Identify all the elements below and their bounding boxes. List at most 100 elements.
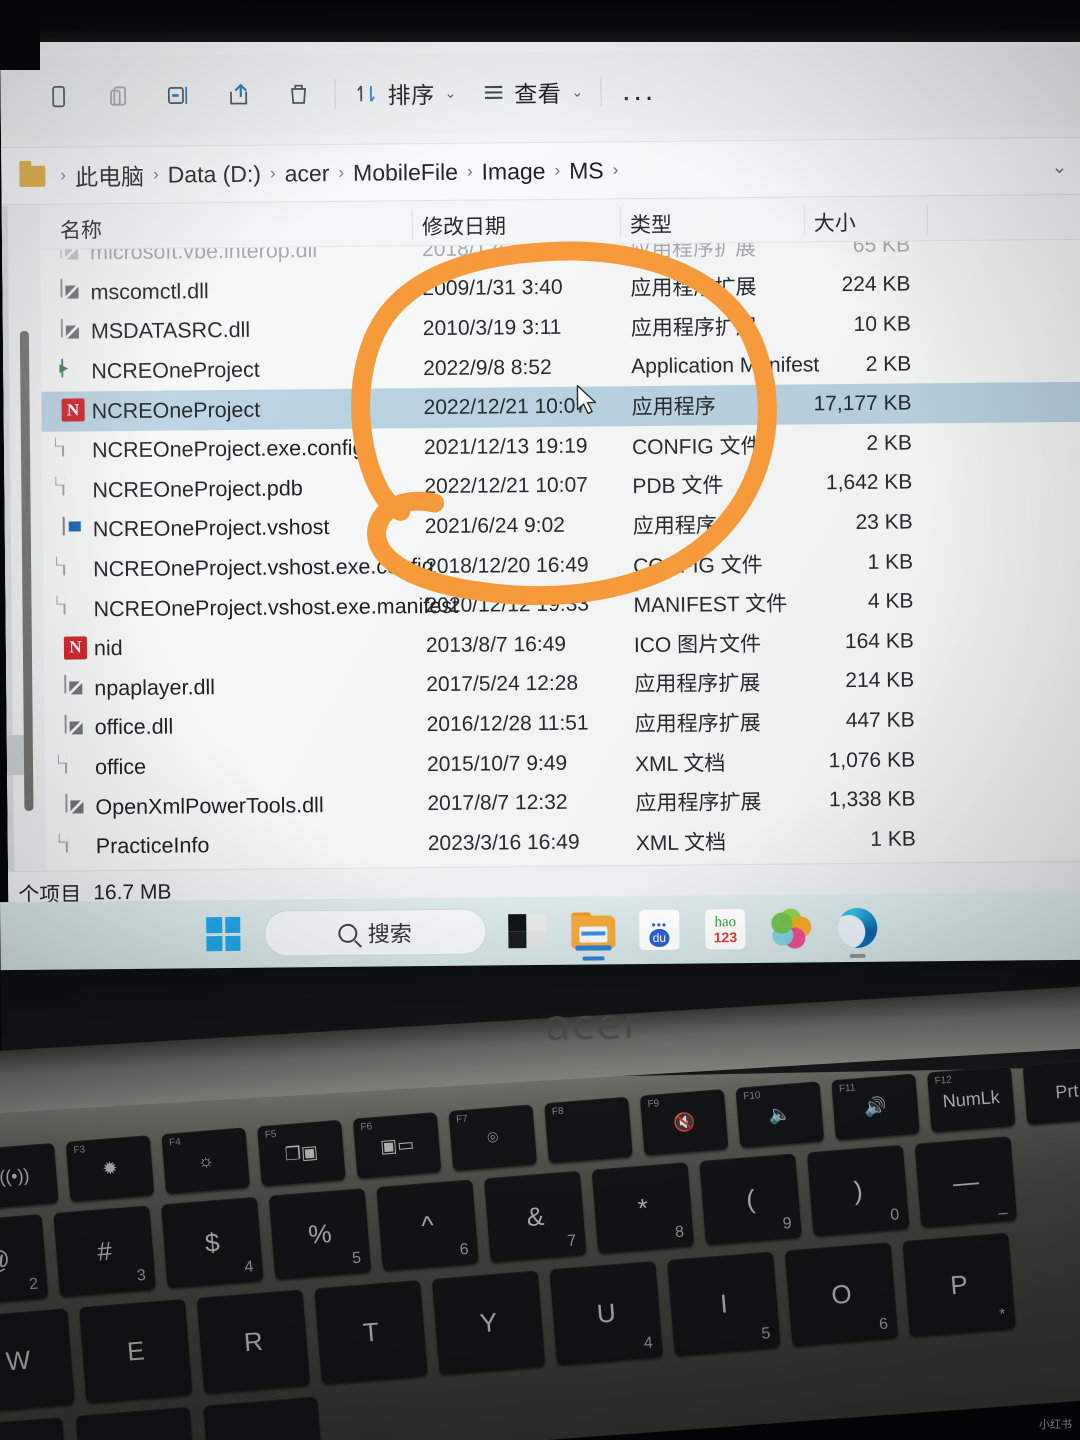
keyboard-key[interactable]: F6 ▣▭ bbox=[352, 1112, 442, 1179]
header-divider[interactable] bbox=[803, 205, 805, 236]
breadcrumb-item-5[interactable]: MS bbox=[569, 157, 604, 184]
file-type: 应用程序扩展 bbox=[634, 672, 761, 697]
keyboard-key[interactable]: F5 ❐▣ bbox=[257, 1119, 346, 1187]
file-date: 2020/12/12 19:33 bbox=[425, 592, 590, 618]
keyboard-key[interactable]: * 8 bbox=[591, 1162, 695, 1254]
chevron-down-icon: ⌄ bbox=[571, 83, 584, 100]
file-explorer-taskbar-button[interactable] bbox=[568, 905, 618, 961]
keyboard-key[interactable]: Prt bbox=[1022, 1058, 1080, 1125]
keyboard-key[interactable]: Y bbox=[431, 1270, 546, 1375]
vshost-icon bbox=[62, 516, 65, 536]
keyboard-key[interactable]: ^ 6 bbox=[376, 1179, 479, 1271]
sort-button[interactable]: 排序 ⌄ bbox=[341, 67, 468, 120]
file-size: 164 KB bbox=[844, 629, 914, 653]
keyboard-key[interactable]: O6 bbox=[784, 1242, 899, 1347]
key-main-label: % bbox=[307, 1217, 333, 1250]
paste-button[interactable] bbox=[148, 69, 208, 122]
breadcrumb-item-0[interactable]: 此电脑 bbox=[75, 158, 144, 193]
keyboard-key[interactable]: F12 NumLk bbox=[926, 1065, 1016, 1133]
delete-button[interactable] bbox=[268, 68, 328, 121]
chevron-down-icon[interactable]: ⌄ bbox=[1051, 156, 1067, 179]
keyboard-key[interactable]: D bbox=[75, 1406, 198, 1440]
file-size: 23 KB bbox=[855, 510, 913, 534]
keyboard-key[interactable]: R bbox=[196, 1289, 311, 1394]
key-sub-label: 0 bbox=[889, 1206, 900, 1224]
header-divider[interactable] bbox=[411, 209, 414, 240]
key-main-label: ▣▭ bbox=[379, 1133, 415, 1157]
key-sub-label: 2 bbox=[28, 1275, 39, 1294]
file-type: 应用程序扩展 bbox=[634, 711, 761, 737]
keyboard-key[interactable]: @2 bbox=[0, 1214, 49, 1306]
task-view-button[interactable] bbox=[502, 906, 552, 956]
file-list[interactable]: microsoft.vbe.interop.dll 2018/12/20 11:5… bbox=[2, 239, 1080, 871]
keyboard-key[interactable]: F9 🔇 bbox=[639, 1088, 729, 1156]
search-icon bbox=[338, 923, 358, 943]
keyboard-key[interactable]: I5 bbox=[667, 1251, 781, 1356]
breadcrumb-item-4[interactable]: Image bbox=[481, 157, 545, 185]
file-icon-cell bbox=[60, 278, 84, 306]
header-divider[interactable] bbox=[619, 207, 621, 238]
keyboard-key[interactable]: $4 bbox=[161, 1196, 264, 1289]
file-type: XML 文档 bbox=[635, 831, 727, 855]
manifest-icon bbox=[61, 358, 64, 378]
view-button[interactable]: 查看 ⌄ bbox=[468, 65, 595, 118]
keyboard-key[interactable]: ) 0 bbox=[806, 1144, 910, 1237]
header-divider[interactable] bbox=[926, 204, 928, 235]
column-header-type[interactable]: 类型 bbox=[630, 209, 672, 239]
breadcrumb-sep: › bbox=[338, 162, 345, 182]
column-header-size[interactable]: 大小 bbox=[814, 207, 856, 237]
breadcrumb-item-1[interactable]: Data (D:) bbox=[168, 160, 262, 188]
file-date: 2013/8/7 16:49 bbox=[425, 632, 567, 657]
copy-button[interactable] bbox=[88, 70, 148, 123]
keyboard-key[interactable]: F8 bbox=[544, 1096, 633, 1164]
start-button[interactable] bbox=[198, 909, 248, 959]
keyboard-key[interactable]: — _ bbox=[914, 1136, 1018, 1228]
keyboard-key[interactable]: P * bbox=[902, 1232, 1016, 1337]
column-header-name[interactable]: 名称 bbox=[60, 214, 102, 244]
edge-taskbar-button[interactable] bbox=[832, 903, 882, 959]
dll-icon bbox=[65, 793, 68, 813]
keyboard-key[interactable]: F4 ☼ bbox=[161, 1127, 250, 1194]
keyboard-key[interactable]: F3 ✹ bbox=[65, 1135, 155, 1202]
keyboard-key[interactable]: & 7 bbox=[484, 1170, 587, 1263]
breadcrumb-item-3[interactable]: MobileFile bbox=[353, 158, 458, 186]
column-header-date[interactable]: 修改日期 bbox=[422, 210, 506, 241]
keyboard-key[interactable]: W bbox=[0, 1308, 75, 1413]
key-sup-label: F12 bbox=[934, 1074, 953, 1087]
keyboard-key[interactable]: % 5 bbox=[268, 1188, 372, 1280]
file-size: 447 KB bbox=[845, 708, 915, 733]
hao123-taskbar-button[interactable]: hao 123 bbox=[700, 904, 750, 954]
file-icon-cell bbox=[63, 556, 87, 583]
flower-icon bbox=[771, 908, 812, 949]
app-n-icon: N bbox=[61, 398, 85, 422]
keyboard-key[interactable]: F7 ⌾ bbox=[448, 1104, 538, 1171]
file-type: 应用程序扩展 bbox=[630, 276, 757, 301]
search-placeholder: 搜索 bbox=[367, 921, 412, 947]
file-date: 2018/12/20 16:49 bbox=[425, 553, 589, 578]
keyboard-key[interactable]: F11 🔊 bbox=[831, 1073, 920, 1141]
keyboard-key[interactable]: T bbox=[314, 1279, 428, 1385]
breadcrumb[interactable]: › 此电脑 › Data (D:) › acer › MobileFile › … bbox=[1, 136, 1080, 206]
flower-app-taskbar-button[interactable] bbox=[766, 903, 816, 953]
key-sub-label: 5 bbox=[760, 1325, 772, 1343]
file-type: 应用程序扩展 bbox=[635, 791, 762, 816]
keyboard-key[interactable]: F10 🔈 bbox=[735, 1081, 825, 1148]
key-main-label: NumLk bbox=[941, 1086, 1001, 1111]
keyboard-key[interactable]: S bbox=[0, 1417, 70, 1440]
keyboard-key[interactable]: F2((•)) bbox=[0, 1142, 59, 1210]
more-options-button[interactable]: ... bbox=[608, 65, 671, 118]
dll-icon bbox=[60, 278, 63, 298]
breadcrumb-item-2[interactable]: acer bbox=[285, 160, 330, 187]
keyboard-key[interactable]: (9 bbox=[699, 1153, 802, 1245]
key-sub-label: 8 bbox=[674, 1223, 685, 1242]
key-main-label: I bbox=[718, 1287, 729, 1319]
keyboard-key[interactable]: U4 bbox=[549, 1260, 663, 1366]
key-main-label: ) bbox=[852, 1174, 864, 1206]
keyboard-key[interactable]: E bbox=[79, 1298, 193, 1404]
search-box[interactable]: 搜索 bbox=[264, 908, 487, 957]
cut-button[interactable] bbox=[28, 70, 88, 123]
baidu-taskbar-button[interactable]: ••• du bbox=[634, 905, 684, 955]
keyboard-key[interactable]: F bbox=[203, 1396, 326, 1440]
share-button[interactable] bbox=[208, 69, 268, 122]
keyboard-key[interactable]: #3 bbox=[53, 1205, 156, 1297]
